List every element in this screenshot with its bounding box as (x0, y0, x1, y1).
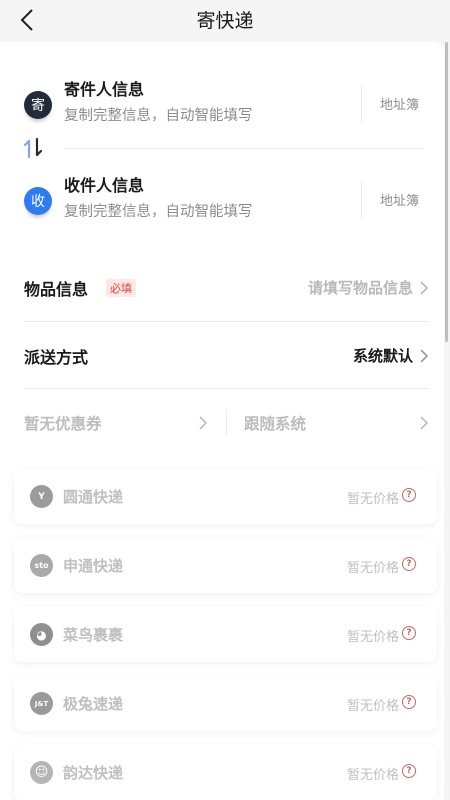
courier-name: 申通快递 (63, 557, 124, 575)
courier-name: 极兔速递 (63, 695, 124, 713)
sto-logo-icon: sto (30, 554, 53, 577)
courier-name: 圆通快递 (63, 488, 124, 506)
courier-price: 暂无价格 (347, 768, 400, 783)
yunda-logo-icon: ☺ (30, 761, 53, 784)
scrollbar[interactable] (445, 42, 448, 342)
coupon-label: 暂无优惠券 (24, 415, 102, 433)
divider (361, 84, 362, 124)
help-icon[interactable]: ? (402, 764, 416, 778)
sender-title: 寄件人信息 (64, 80, 145, 99)
sender-hint: 复制完整信息，自动智能填写 (64, 108, 253, 124)
help-icon[interactable]: ? (402, 695, 416, 709)
courier-name: 菜鸟裹裹 (63, 626, 124, 644)
divider (24, 321, 429, 322)
receiver-hint: 复制完整信息，自动智能填写 (64, 204, 253, 220)
required-badge: 必填 (106, 279, 136, 297)
courier-price: 暂无价格 (347, 630, 400, 645)
divider (361, 180, 362, 220)
courier-option-cainiao[interactable]: ◕ 菜鸟裹裹 暂无价格 ? (14, 607, 437, 662)
item-info-label: 物品信息 (24, 280, 89, 299)
sender-info-row[interactable]: 寄 寄件人信息 复制完整信息，自动智能填写 地址簿 (0, 76, 444, 136)
top-bar: 寄快递 (0, 0, 450, 42)
courier-option-yunda[interactable]: ☺ 韵达快递 暂无价格 ? (14, 745, 437, 800)
address-divider (64, 148, 424, 149)
chevron-right-icon (420, 416, 429, 430)
courier-option-sto[interactable]: sto 申通快递 暂无价格 ? (14, 538, 437, 593)
courier-price: 暂无价格 (347, 492, 400, 507)
courier-option-jt[interactable]: J&T 极兔速递 暂无价格 ? (14, 676, 437, 731)
coupon-selector[interactable]: 暂无优惠券 (24, 412, 214, 436)
divider (226, 409, 227, 435)
follow-system-label: 跟随系统 (244, 415, 307, 433)
item-info-row[interactable]: 物品信息 必填 请填写物品信息 (24, 268, 429, 308)
jt-logo-icon: J&T (30, 692, 53, 715)
courier-price: 暂无价格 (347, 561, 400, 576)
sender-address-book-button[interactable]: 地址簿 (380, 94, 419, 113)
divider (24, 388, 429, 389)
receiver-avatar: 收 (24, 187, 52, 215)
courier-name: 韵达快递 (63, 764, 124, 782)
delivery-method-value: 系统默认 (352, 347, 413, 365)
follow-system-selector[interactable]: 跟随系统 (244, 412, 429, 436)
swap-icon[interactable] (23, 137, 43, 159)
chevron-right-icon (420, 281, 429, 295)
cainiao-logo-icon: ◕ (30, 623, 53, 646)
receiver-title: 收件人信息 (64, 176, 145, 195)
courier-option-yto[interactable]: Y 圆通快递 暂无价格 ? (14, 469, 437, 524)
receiver-info-row[interactable]: 收 收件人信息 复制完整信息，自动智能填写 地址簿 (0, 172, 444, 232)
page-title: 寄快递 (196, 10, 254, 32)
courier-price: 暂无价格 (347, 699, 400, 714)
help-icon[interactable]: ? (402, 626, 416, 640)
delivery-method-label: 派送方式 (24, 348, 89, 367)
delivery-method-row[interactable]: 派送方式 系统默认 (24, 336, 429, 376)
sender-avatar: 寄 (24, 91, 52, 119)
help-icon[interactable]: ? (402, 557, 416, 571)
receiver-address-book-button[interactable]: 地址簿 (380, 190, 419, 209)
yto-logo-icon: Y (30, 485, 53, 508)
help-icon[interactable]: ? (402, 488, 416, 502)
item-info-placeholder: 请填写物品信息 (307, 279, 413, 297)
chevron-right-icon (199, 416, 208, 430)
chevron-right-icon (420, 349, 429, 363)
